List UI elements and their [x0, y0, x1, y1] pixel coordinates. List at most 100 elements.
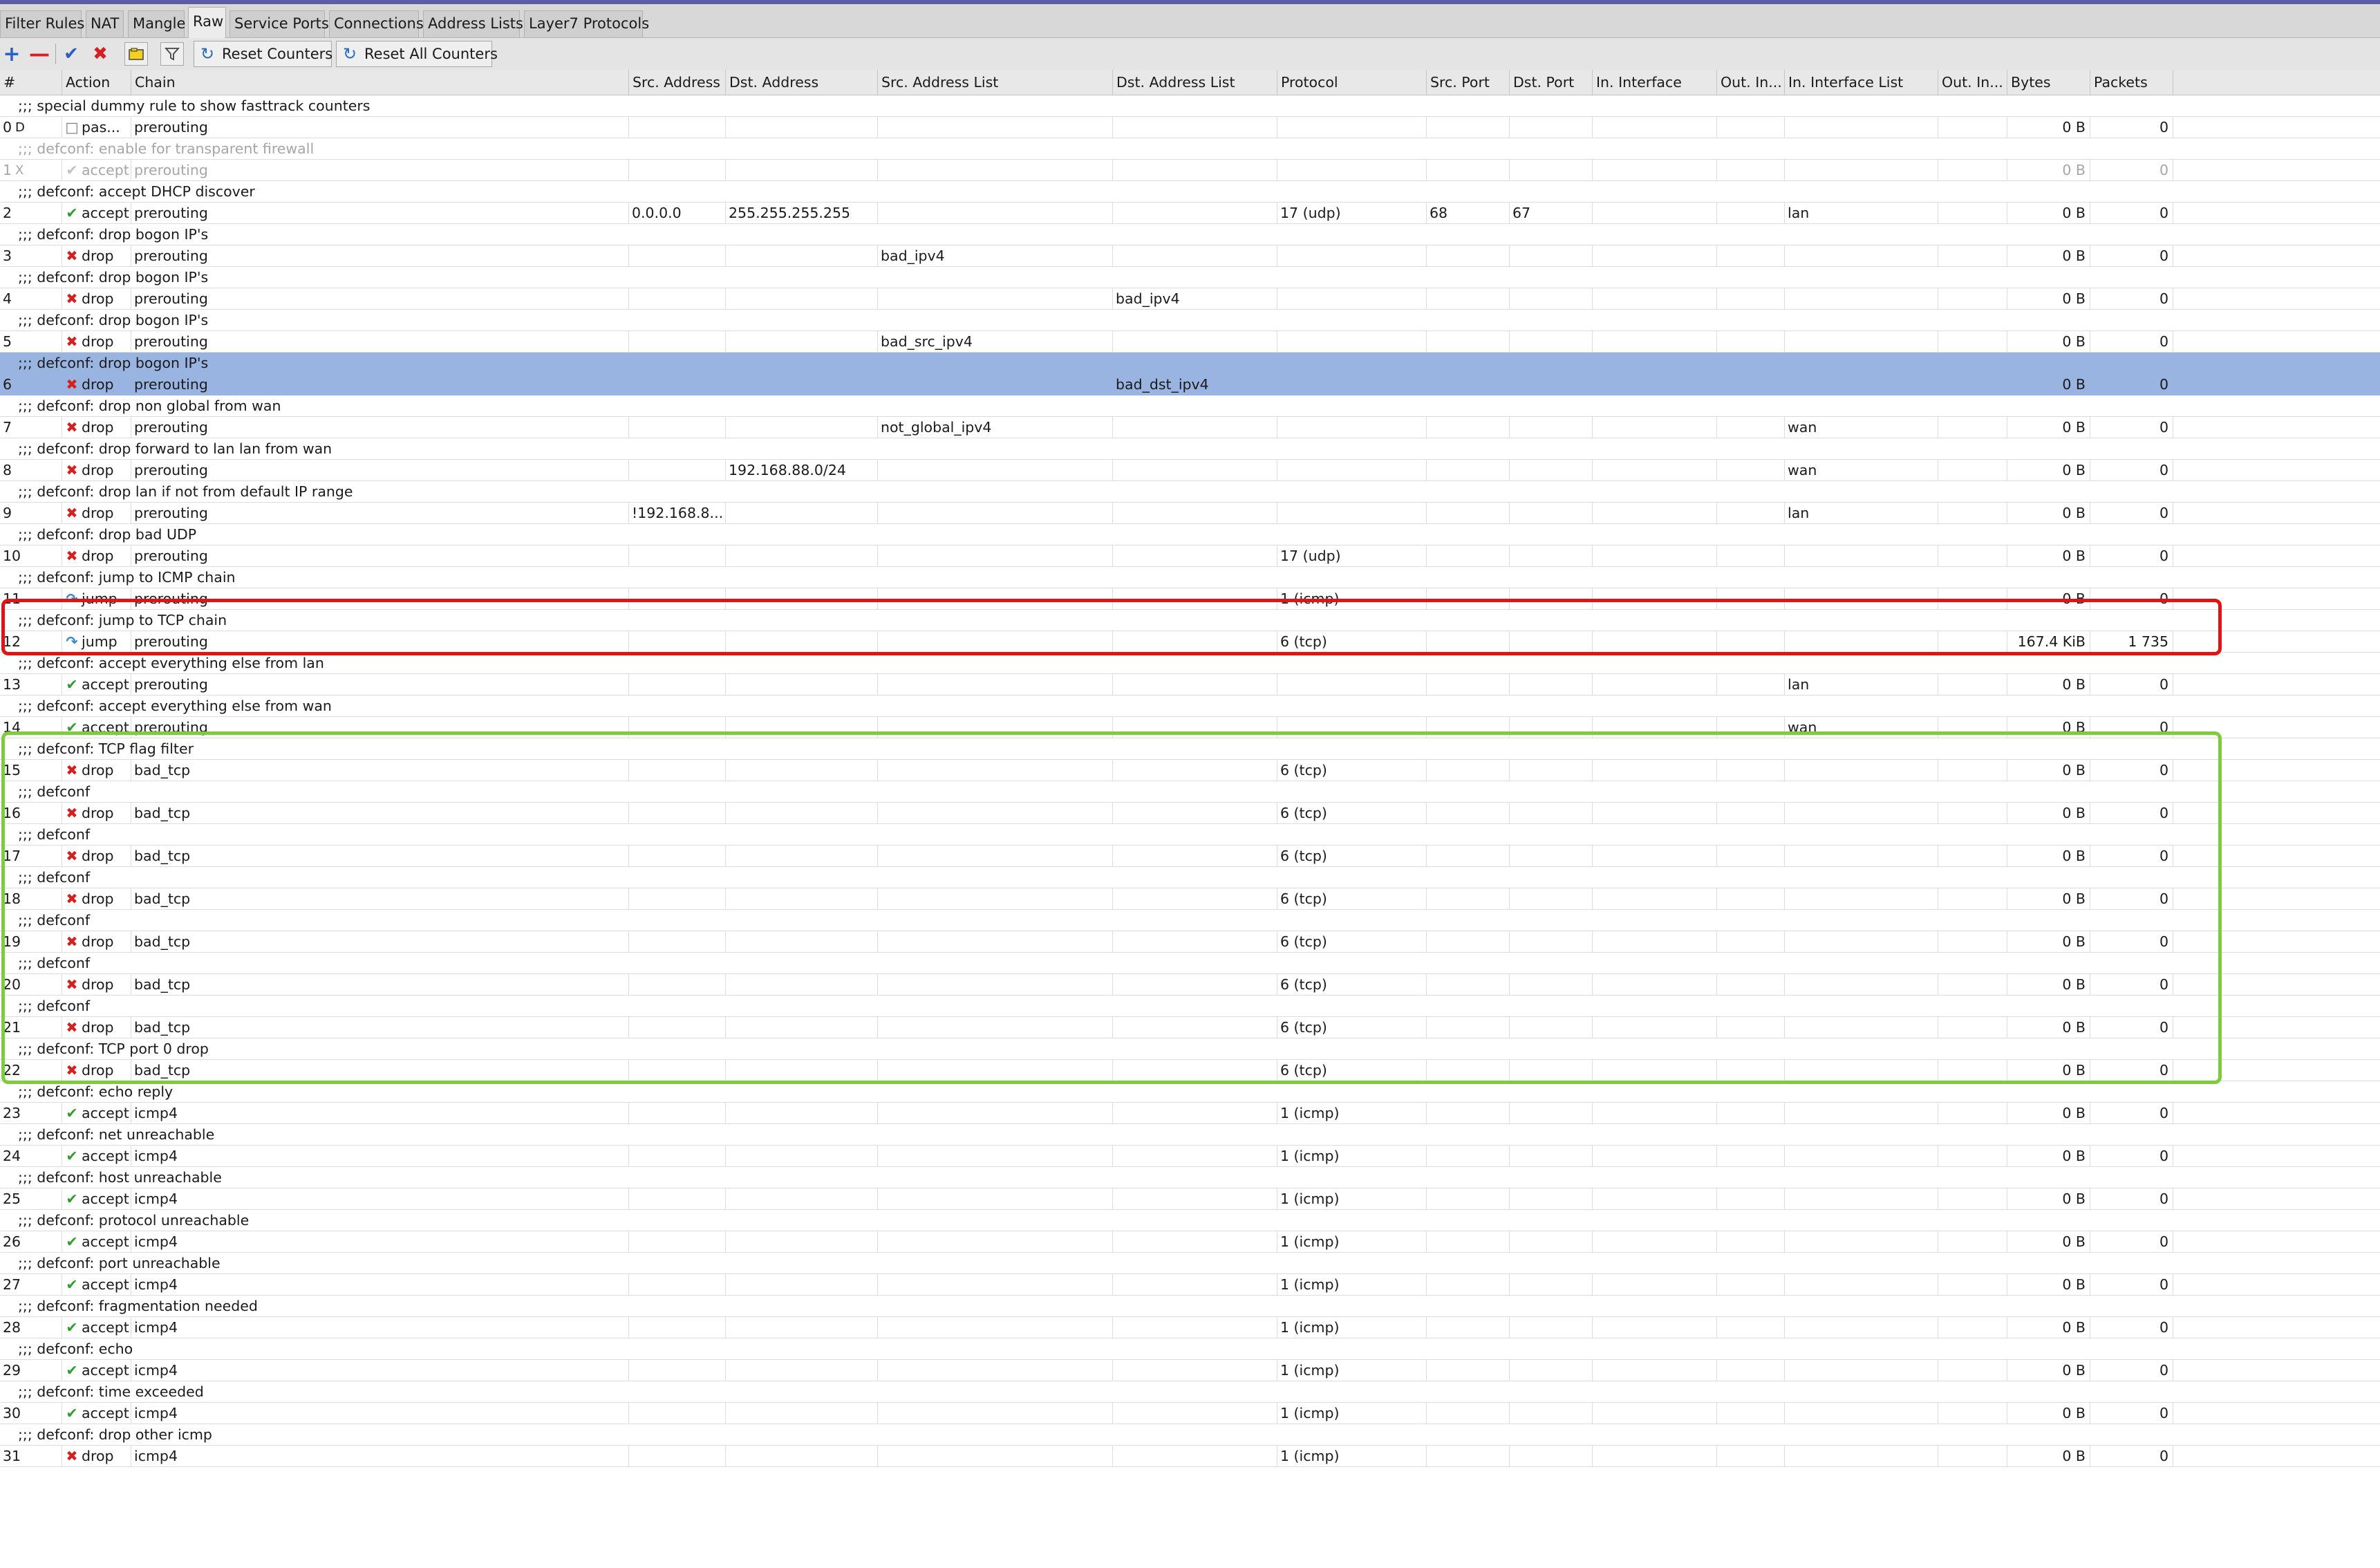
rule-comment-row[interactable]: ;;; defconf: jump to ICMP chain	[0, 567, 2380, 588]
column-header-src-port[interactable]: Src. Port	[1427, 70, 1510, 95]
tab-address-lists[interactable]: Address Lists	[423, 10, 523, 37]
tab-filter-rules[interactable]: Filter Rules	[0, 10, 84, 37]
rule-row[interactable]: 10 ✖ drop prerouting 17 (udp) 0 B0	[0, 545, 2380, 567]
rule-row[interactable]: 6 ✖ drop prerouting bad_dst_ipv4 0 B0	[0, 374, 2380, 395]
rule-comment-row[interactable]: ;;; special dummy rule to show fasttrack…	[0, 95, 2380, 117]
rule-row[interactable]: 14 ✔ accept prerouting wan 0 B0	[0, 717, 2380, 738]
rule-comment-row[interactable]: ;;; defconf: echo reply	[0, 1081, 2380, 1103]
x-icon[interactable]: ✖	[88, 42, 112, 66]
rule-comment-row[interactable]: ;;; defconf: drop forward to lan lan fro…	[0, 438, 2380, 460]
column-header-bytes[interactable]: Bytes	[2007, 70, 2090, 95]
rule-comment-row[interactable]: ;;; defconf: protocol unreachable	[0, 1210, 2380, 1231]
column-header-protocol[interactable]: Protocol	[1277, 70, 1427, 95]
rule-row[interactable]: 5 ✖ drop prerouting bad_src_ipv4 0 B0	[0, 331, 2380, 353]
rule-comment-row[interactable]: ;;; defconf: drop lan if not from defaul…	[0, 481, 2380, 503]
column-header-out-interface-list[interactable]: Out. In...	[1938, 70, 2007, 95]
rule-comment-row[interactable]: ;;; defconf: echo	[0, 1338, 2380, 1360]
check-icon[interactable]: ✔	[59, 42, 83, 66]
rule-row[interactable]: 19 ✖ drop bad_tcp 6 (tcp) 0 B0	[0, 931, 2380, 953]
rule-comment-row[interactable]: ;;; defconf: drop non global from wan	[0, 395, 2380, 417]
rule-row[interactable]: 4 ✖ drop prerouting bad_ipv4 0 B0	[0, 288, 2380, 310]
rule-comment-row[interactable]: ;;; defconf: enable for transparent fire…	[0, 138, 2380, 160]
minus-icon[interactable]: —	[28, 42, 51, 66]
rule-row[interactable]: 28 ✔ accept icmp4 1 (icmp) 0 B0	[0, 1317, 2380, 1338]
tab-connections[interactable]: Connections	[329, 10, 424, 37]
cell-src-port	[1427, 117, 1510, 138]
rule-row[interactable]: 18 ✖ drop bad_tcp 6 (tcp) 0 B0	[0, 888, 2380, 910]
rule-row[interactable]: 11 ↷ jump prerouting 1 (icmp) 0 B0	[0, 588, 2380, 610]
rule-row[interactable]: 15 ✖ drop bad_tcp 6 (tcp) 0 B0	[0, 760, 2380, 781]
rule-comment-row[interactable]: ;;; defconf: jump to TCP chain	[0, 610, 2380, 631]
column-header-src-address[interactable]: Src. Address	[629, 70, 726, 95]
rule-comment-row[interactable]: ;;; defconf: port unreachable	[0, 1253, 2380, 1274]
rule-comment-row[interactable]: ;;; defconf	[0, 867, 2380, 888]
column-header-chain[interactable]: Chain	[131, 70, 629, 95]
rule-comment-row[interactable]: ;;; defconf: TCP flag filter	[0, 738, 2380, 760]
rule-row[interactable]: 17 ✖ drop bad_tcp 6 (tcp) 0 B0	[0, 846, 2380, 867]
column-header-in-interface-list[interactable]: In. Interface List	[1785, 70, 1938, 95]
rule-row[interactable]: 20 ✖ drop bad_tcp 6 (tcp) 0 B0	[0, 974, 2380, 996]
rule-comment-row[interactable]: ;;; defconf: TCP port 0 drop	[0, 1038, 2380, 1060]
rule-comment-row[interactable]: ;;; defconf: accept everything else from…	[0, 653, 2380, 674]
column-header-out-interface[interactable]: Out. In...	[1717, 70, 1785, 95]
tab-raw[interactable]: Raw	[188, 7, 226, 38]
rule-row[interactable]: 13 ✔ accept prerouting lan 0 B0	[0, 674, 2380, 696]
column-header-in-interface[interactable]: In. Interface	[1593, 70, 1717, 95]
rule-comment-row[interactable]: ;;; defconf: drop bad UDP	[0, 524, 2380, 545]
rule-row[interactable]: 8 ✖ drop prerouting 192.168.88.0/24 wan 0 B0	[0, 460, 2380, 481]
rule-row[interactable]: 3 ✖ drop prerouting bad_ipv4 0 B0	[0, 245, 2380, 267]
rule-comment-row[interactable]: ;;; defconf	[0, 996, 2380, 1017]
rule-comment-row[interactable]: ;;; defconf: drop bogon IP's	[0, 310, 2380, 331]
reset-counters-button[interactable]: ↻ Reset Counters	[194, 41, 332, 67]
cell-in-interface	[1593, 974, 1717, 996]
rule-comment-row[interactable]: ;;; defconf	[0, 910, 2380, 931]
rule-row[interactable]: 21 ✖ drop bad_tcp 6 (tcp) 0 B0	[0, 1017, 2380, 1038]
rule-row[interactable]: 26 ✔ accept icmp4 1 (icmp) 0 B0	[0, 1231, 2380, 1253]
rule-comment-row[interactable]: ;;; defconf	[0, 824, 2380, 846]
plus-icon[interactable]: +	[0, 42, 24, 66]
rule-row[interactable]: 9 ✖ drop prerouting !192.168.8... lan 0 B0	[0, 503, 2380, 524]
tab-mangle[interactable]: Mangle	[128, 10, 185, 37]
rule-comment-row[interactable]: ;;; defconf: accept DHCP discover	[0, 181, 2380, 203]
tab-service-ports[interactable]: Service Ports	[229, 10, 329, 37]
rule-row[interactable]: 7 ✖ drop prerouting not_global_ipv4 wan 0 B0	[0, 417, 2380, 438]
rule-row[interactable]: 30 ✔ accept icmp4 1 (icmp) 0 B0	[0, 1403, 2380, 1424]
rule-comment-row[interactable]: ;;; defconf: fragmentation needed	[0, 1296, 2380, 1317]
tab-nat[interactable]: NAT	[86, 10, 124, 37]
column-header-dst-port[interactable]: Dst. Port	[1510, 70, 1593, 95]
column-header-action[interactable]: Action	[62, 70, 131, 95]
rule-comment-row[interactable]: ;;; defconf: net unreachable	[0, 1124, 2380, 1146]
rule-row[interactable]: 31 ✖ drop icmp4 1 (icmp) 0 B0	[0, 1446, 2380, 1467]
column-header-src-address-list[interactable]: Src. Address List	[878, 70, 1113, 95]
rule-row[interactable]: 27 ✔ accept icmp4 1 (icmp) 0 B0	[0, 1274, 2380, 1296]
rule-comment-row[interactable]: ;;; defconf: accept everything else from…	[0, 696, 2380, 717]
rule-row[interactable]: 24 ✔ accept icmp4 1 (icmp) 0 B0	[0, 1146, 2380, 1167]
rule-comment-row[interactable]: ;;; defconf: drop bogon IP's	[0, 353, 2380, 374]
rule-comment-row[interactable]: ;;; defconf: drop bogon IP's	[0, 267, 2380, 288]
rule-row[interactable]: 22 ✖ drop bad_tcp 6 (tcp) 0 B0	[0, 1060, 2380, 1081]
rule-row[interactable]: 2 ✔ accept prerouting 0.0.0.0 255.255.255.255…	[0, 203, 2380, 224]
tab-layer7-protocols[interactable]: Layer7 Protocols	[524, 10, 649, 37]
rule-row[interactable]: 29 ✔ accept icmp4 1 (icmp) 0 B0	[0, 1360, 2380, 1381]
rule-row[interactable]: 1 X ✔ accept prerouting 0 B0	[0, 160, 2380, 181]
note-icon[interactable]	[124, 42, 148, 66]
rule-comment-row[interactable]: ;;; defconf	[0, 781, 2380, 803]
column-header-num[interactable]: #	[0, 70, 62, 95]
filter-icon[interactable]	[160, 42, 184, 66]
rule-comment-row[interactable]: ;;; defconf: drop other icmp	[0, 1424, 2380, 1446]
rule-row[interactable]: 23 ✔ accept icmp4 1 (icmp) 0 B0	[0, 1103, 2380, 1124]
rule-row[interactable]: 12 ↷ jump prerouting 6 (tcp) 167.4 KiB 1 735	[0, 631, 2380, 653]
x-mark-icon: ✖	[66, 248, 78, 264]
rule-row[interactable]: 0 D □ pas... prerouting 0 B0	[0, 117, 2380, 138]
column-header-dst-address[interactable]: Dst. Address	[726, 70, 878, 95]
rule-comment-row[interactable]: ;;; defconf: time exceeded	[0, 1381, 2380, 1403]
column-header-packets[interactable]: Packets	[2090, 70, 2173, 95]
rule-row[interactable]: 16 ✖ drop bad_tcp 6 (tcp) 0 B0	[0, 803, 2380, 824]
rule-comment-row[interactable]: ;;; defconf: host unreachable	[0, 1167, 2380, 1188]
column-header-dst-address-list[interactable]: Dst. Address List	[1113, 70, 1277, 95]
rule-comment-row[interactable]: ;;; defconf: drop bogon IP's	[0, 224, 2380, 245]
rule-comment-row[interactable]: ;;; defconf	[0, 953, 2380, 974]
rule-row[interactable]: 25 ✔ accept icmp4 1 (icmp) 0 B0	[0, 1188, 2380, 1210]
cell-out-interface	[1717, 1360, 1785, 1381]
reset-all-counters-button[interactable]: ↻ Reset All Counters	[336, 41, 498, 67]
